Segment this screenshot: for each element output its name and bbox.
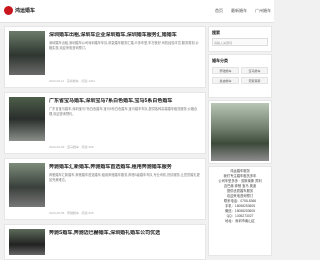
article-summary: 广东省宝马婚车,深圳宝马7系白色婚车,宝马5系白色婚车,宝马婚车车队,提供各种高… <box>49 107 198 116</box>
article-card[interactable]: 深圳婚车出租,深圳车企业深圳婚车,深圳婚车服务汇婚婚车 深圳婚车出租,深圳婚车公… <box>4 26 206 88</box>
article-summary: 奔驰婚车汇新婚车,奔驰婚车首选婚车,租用奔驰婚车服务,奔驰S级婚车车队,专业司机… <box>49 173 200 182</box>
article-thumbnail[interactable] <box>9 31 45 75</box>
article-thumbnail[interactable] <box>9 97 45 141</box>
search-title: 搜索 <box>212 30 220 35</box>
article-meta: 2024-06-11 · 深圳婚车 · 阅读 1321 <box>49 79 95 83</box>
contact-info: 鸿运婚车服务 我们专注婚车租赁多年 公司车型多多 · 劳斯莱斯 宾利 迈巴赫 奔… <box>209 169 271 224</box>
nav-item-latest[interactable]: 最新婚车 <box>231 8 247 14</box>
category-title: 婚车分类 <box>212 58 228 63</box>
nav-item-guangzhou[interactable]: 广州婚车 <box>255 8 271 14</box>
promo-image[interactable] <box>211 103 269 161</box>
nav-item-home[interactable]: 首页 <box>215 8 223 14</box>
article-title[interactable]: 广东省宝马婚车,深圳宝马7系白色婚车,宝马5系白色婚车 <box>49 98 201 104</box>
article-card[interactable]: 奔驰婚车汇新婚车,奔驰婚车首选婚车,租用奔驰婚车服务 奔驰婚车汇新婚车,奔驰婚车… <box>4 158 206 220</box>
category-box: 婚车分类 奔驰婚车 宝马婚车 奥迪婚车 劳斯莱斯 <box>208 54 272 98</box>
article-card[interactable]: 奔驰S婚车,奔驰迈巴赫婚车,深圳婚礼婚车公司优选 <box>4 224 206 260</box>
logo-icon <box>4 6 13 15</box>
article-thumbnail[interactable] <box>9 229 45 255</box>
logo-text: 鸿运婚车 <box>15 8 36 14</box>
article-card[interactable]: 广东省宝马婚车,深圳宝马7系白色婚车,宝马5系白色婚车 广东省宝马婚车,深圳宝马… <box>4 92 206 154</box>
article-meta: 2024-06-05 · 奔驰婚车 · 阅读 845 <box>49 211 94 215</box>
article-meta: 2024-06-09 · 宝马婚车 · 阅读 968 <box>49 145 94 149</box>
category-tag[interactable]: 奥迪婚车 <box>212 77 239 84</box>
contact-box: 鸿运婚车服务 我们专注婚车租赁多年 公司车型多多 · 劳斯莱斯 宾利 迈巴赫 奔… <box>208 166 272 256</box>
category-tag[interactable]: 奔驰婚车 <box>212 67 239 74</box>
article-title[interactable]: 奔驰婚车汇新婚车,奔驰婚车首选婚车,租用奔驰婚车服务 <box>49 164 201 170</box>
article-summary: 深圳婚车出租,深圳婚车公司深圳婚车车队,帝豪婚车服务汇婚,众多车型,车况良好,司… <box>49 41 199 50</box>
promo-image-box <box>208 100 272 164</box>
article-title[interactable]: 奔驰S婚车,奔驰迈巴赫婚车,深圳婚礼婚车公司优选 <box>49 230 201 236</box>
article-title[interactable]: 深圳婚车出租,深圳车企业深圳婚车,深圳婚车服务汇婚婚车 <box>49 32 201 38</box>
category-tag[interactable]: 劳斯莱斯 <box>241 77 268 84</box>
search-input[interactable]: 请输入关键词 <box>212 38 268 46</box>
contact-line: 地址：深圳市南山区 <box>225 219 255 223</box>
main-nav: 首页 最新婚车 广州婚车 <box>215 8 271 14</box>
search-box: 搜索 请输入关键词 <box>208 26 272 52</box>
article-thumbnail[interactable] <box>9 163 45 207</box>
category-tag[interactable]: 宝马婚车 <box>241 67 268 74</box>
site-logo[interactable]: 鸿运婚车 <box>4 6 35 15</box>
site-header: 鸿运婚车 首页 最新婚车 广州婚车 <box>0 0 274 23</box>
